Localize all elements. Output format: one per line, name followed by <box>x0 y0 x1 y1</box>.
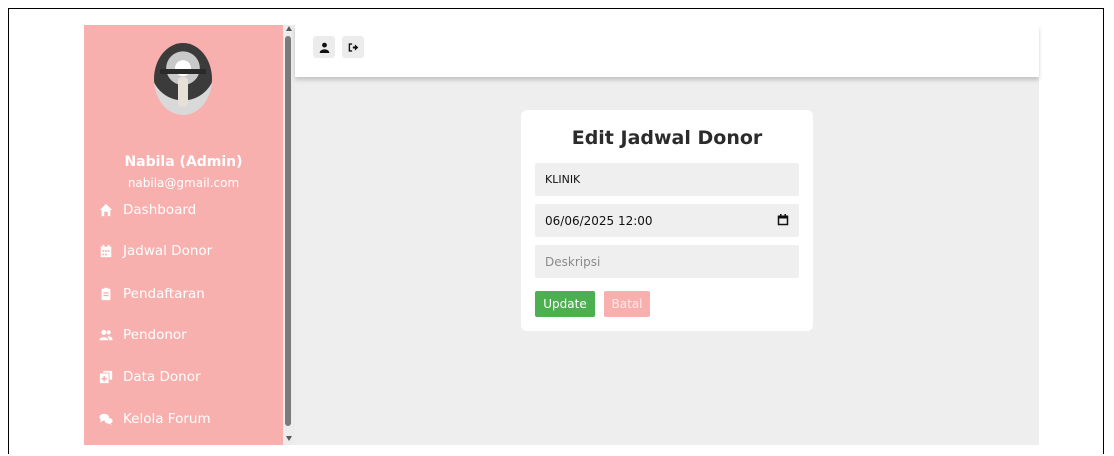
user-name: Nabila (Admin) <box>124 154 243 170</box>
description-placeholder: Deskripsi <box>545 254 601 269</box>
scroll-up-arrow-icon[interactable] <box>286 26 292 31</box>
users-icon <box>99 328 113 342</box>
topbar <box>295 25 1039 77</box>
scroll-down-arrow-icon[interactable] <box>286 436 292 441</box>
sidebar-item-label: Data Donor <box>123 369 201 385</box>
clipboard-icon <box>99 287 113 301</box>
home-icon <box>99 203 113 217</box>
user-email: nabila@gmail.com <box>127 176 240 190</box>
sidebar-item-kelola-forum[interactable]: Kelola Forum <box>99 409 211 429</box>
description-field[interactable]: Deskripsi <box>535 245 799 278</box>
edit-schedule-card: Edit Jadwal Donor KLINIK 06/06/2025 12:0… <box>521 110 813 331</box>
comments-icon <box>99 412 113 426</box>
logout-button[interactable] <box>342 36 364 58</box>
scrollbar-thumb[interactable] <box>285 36 291 426</box>
location-field[interactable]: KLINIK <box>535 163 799 196</box>
calendar-icon <box>99 244 113 258</box>
sidebar-item-label: Pendonor <box>123 327 187 343</box>
sidebar-item-dashboard[interactable]: Dashboard <box>99 200 196 220</box>
sidebar-item-data-donor[interactable]: Data Donor <box>99 367 201 387</box>
sidebar-item-label: Jadwal Donor <box>123 243 213 259</box>
sidebar-item-pendaftaran[interactable]: Pendaftaran <box>99 284 205 304</box>
avatar <box>154 43 212 115</box>
cancel-button[interactable]: Batal <box>604 291 650 317</box>
datetime-value: 06/06/2025 12:00 <box>545 213 653 228</box>
datetime-field[interactable]: 06/06/2025 12:00 <box>535 204 799 237</box>
sidebar-item-pendonor[interactable]: Pendonor <box>99 325 187 345</box>
clone-icon <box>99 370 113 384</box>
profile-button[interactable] <box>313 36 335 58</box>
location-value: KLINIK <box>545 173 581 186</box>
update-button[interactable]: Update <box>535 291 595 317</box>
user-icon <box>319 38 330 57</box>
calendar-picker-icon[interactable] <box>777 214 789 226</box>
sidebar-item-jadwal-donor[interactable]: Jadwal Donor <box>99 241 212 261</box>
main-content: Edit Jadwal Donor KLINIK 06/06/2025 12:0… <box>295 25 1039 445</box>
sidebar-item-label: Dashboard <box>123 202 197 218</box>
sidebar-item-label: Pendaftaran <box>123 286 205 302</box>
sidebar-item-label: Kelola Forum <box>123 411 211 427</box>
page-title: Edit Jadwal Donor <box>571 127 763 149</box>
sidebar-scrollbar[interactable] <box>283 25 295 445</box>
sign-out-icon <box>348 38 359 57</box>
sidebar: Nabila (Admin) nabila@gmail.com Dashboar… <box>84 25 283 445</box>
